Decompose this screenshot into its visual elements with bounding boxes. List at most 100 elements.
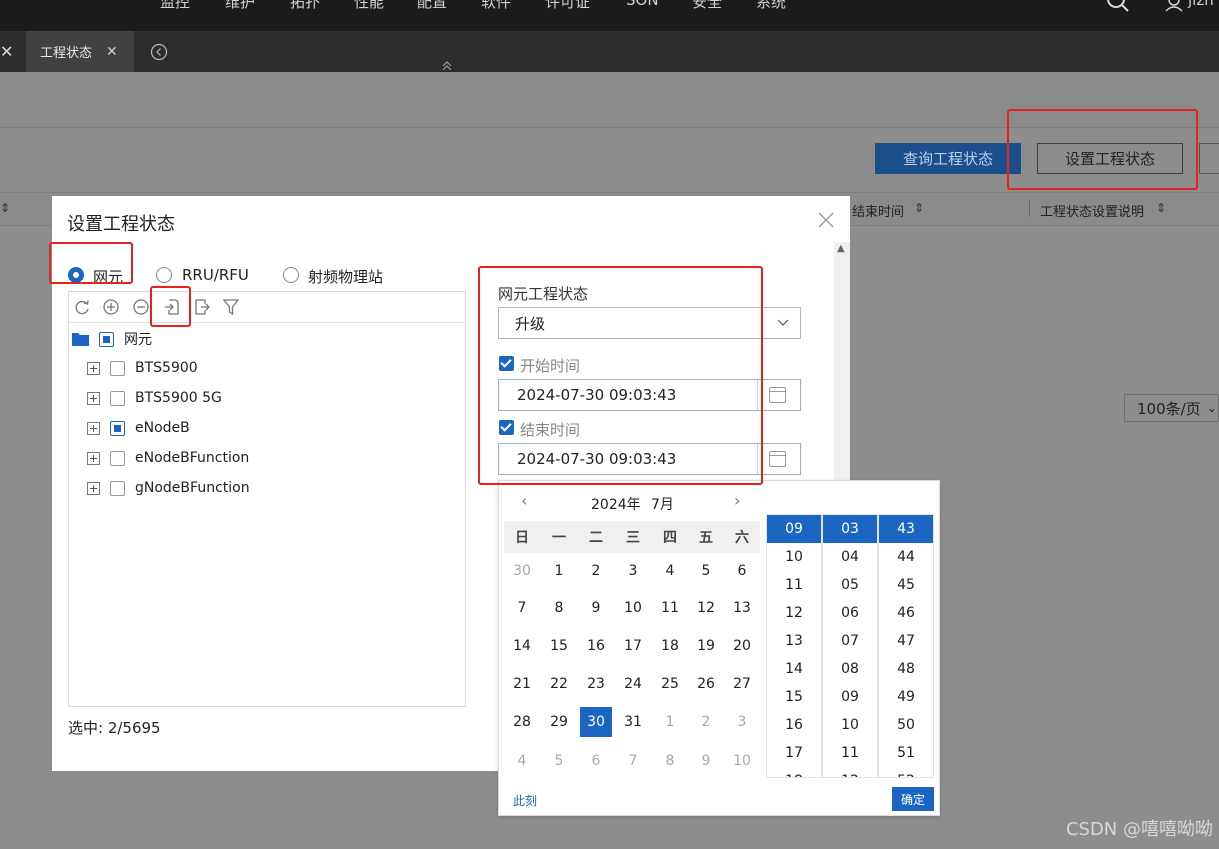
calendar-day-selected[interactable]: 30 [580, 707, 612, 737]
calendar-day[interactable]: 28 [506, 707, 538, 737]
calendar-day[interactable]: 27 [726, 669, 758, 699]
calendar-day[interactable]: 2 [580, 556, 612, 586]
hour-column[interactable]: 09101112131415161718 [766, 514, 822, 778]
second-option[interactable]: 52 [879, 767, 933, 777]
tree-node-enodebfunction[interactable]: eNodeBFunction [87, 447, 249, 469]
nav-performance[interactable]: 性能 [354, 0, 384, 12]
refresh-icon[interactable] [73, 298, 91, 316]
page-size-select[interactable]: 100条/页 ⌄ [1124, 394, 1219, 422]
nav-security[interactable]: 安全 [692, 0, 722, 12]
calendar-day[interactable]: 2 [690, 707, 722, 737]
second-option[interactable]: 51 [879, 739, 933, 767]
calendar-day[interactable]: 10 [726, 746, 758, 776]
scroll-up-icon[interactable]: ▲ [837, 243, 845, 254]
tree-node-gnodebfunction[interactable]: gNodeBFunction [87, 477, 250, 499]
expand-icon[interactable] [87, 481, 100, 495]
calendar-day[interactable]: 31 [617, 707, 649, 737]
calendar-day[interactable]: 23 [580, 669, 612, 699]
tree-node-checkbox[interactable] [110, 480, 125, 496]
tree-node-bts5900-5g[interactable]: BTS5900 5G [87, 387, 222, 409]
hour-option[interactable]: 10 [767, 543, 821, 571]
extra-button[interactable] [1199, 143, 1219, 174]
nav-software[interactable]: 软件 [481, 0, 511, 12]
tab-project-status[interactable]: 工程状态 ✕ [26, 31, 134, 72]
second-option[interactable]: 46 [879, 599, 933, 627]
year-label[interactable]: 2024年 [591, 494, 641, 514]
calendar-day[interactable]: 14 [506, 631, 538, 661]
nav-system[interactable]: 系统 [756, 0, 786, 12]
calendar-day[interactable]: 26 [690, 669, 722, 699]
calendar-icon[interactable] [769, 387, 786, 403]
nav-maintenance[interactable]: 维护 [225, 0, 255, 12]
tree-node-enodeb[interactable]: eNodeB [87, 417, 190, 439]
calendar-day[interactable]: 20 [726, 631, 758, 661]
tree-node-checkbox[interactable] [110, 390, 125, 406]
radio-rru-rfu[interactable] [156, 267, 172, 283]
close-icon[interactable] [817, 211, 835, 229]
calendar-day[interactable]: 24 [617, 669, 649, 699]
user-name[interactable]: jizh [1188, 0, 1214, 9]
calendar-day[interactable]: 7 [506, 593, 538, 623]
search-icon[interactable] [1106, 0, 1132, 14]
calendar-day[interactable]: 9 [690, 746, 722, 776]
hour-option[interactable]: 16 [767, 711, 821, 739]
radio-rf-physical-site[interactable] [283, 267, 299, 283]
calendar-day[interactable]: 11 [654, 593, 686, 623]
calendar-day[interactable]: 19 [690, 631, 722, 661]
minute-option[interactable]: 10 [823, 711, 877, 739]
calendar-day[interactable]: 5 [543, 746, 575, 776]
second-option[interactable]: 50 [879, 711, 933, 739]
calendar-day[interactable]: 10 [617, 593, 649, 623]
second-option[interactable]: 49 [879, 683, 933, 711]
calendar-day[interactable]: 15 [543, 631, 575, 661]
hour-option[interactable]: 11 [767, 571, 821, 599]
month-label[interactable]: 7月 [651, 494, 674, 514]
calendar-day[interactable]: 29 [543, 707, 575, 737]
calendar-day[interactable]: 4 [506, 746, 538, 776]
next-month-icon[interactable]: › [734, 491, 740, 510]
expand-icon[interactable] [87, 451, 100, 465]
calendar-day[interactable]: 8 [654, 746, 686, 776]
calendar-day[interactable]: 21 [506, 669, 538, 699]
minute-option[interactable]: 04 [823, 543, 877, 571]
calendar-day[interactable]: 6 [726, 556, 758, 586]
close-icon[interactable]: ✕ [0, 42, 13, 61]
tree-node-checkbox[interactable] [110, 360, 125, 376]
second-option[interactable]: 44 [879, 543, 933, 571]
chevron-left-circle-icon[interactable] [150, 43, 168, 61]
hour-option[interactable]: 14 [767, 655, 821, 683]
calendar-day[interactable]: 1 [654, 707, 686, 737]
expand-icon[interactable] [87, 361, 100, 375]
hour-option[interactable]: 17 [767, 739, 821, 767]
calendar-day[interactable]: 3 [617, 556, 649, 586]
calendar-day[interactable]: 3 [726, 707, 758, 737]
calendar-day[interactable]: 4 [654, 556, 686, 586]
minute-column[interactable]: 03040506070809101112 [822, 514, 878, 778]
confirm-button[interactable]: 确定 [892, 787, 934, 811]
hour-option[interactable]: 15 [767, 683, 821, 711]
sort-icon[interactable]: ⇕ [1156, 201, 1166, 215]
tree-root-checkbox[interactable] [99, 331, 114, 347]
calendar-day[interactable]: 22 [543, 669, 575, 699]
expand-all-icon[interactable] [102, 298, 120, 316]
calendar-day[interactable]: 5 [690, 556, 722, 586]
minute-option[interactable]: 05 [823, 571, 877, 599]
nav-monitor[interactable]: 监控 [160, 0, 190, 12]
collapse-all-icon[interactable] [132, 298, 150, 316]
tree-node-checkbox[interactable] [110, 450, 125, 466]
close-icon[interactable]: ✕ [106, 44, 118, 60]
minute-option[interactable]: 11 [823, 739, 877, 767]
column-description[interactable]: 工程状态设置说明 [1040, 201, 1144, 220]
calendar-day[interactable]: 8 [543, 593, 575, 623]
second-option[interactable]: 43 [879, 515, 933, 543]
calendar-day[interactable]: 18 [654, 631, 686, 661]
collapse-up-icon[interactable] [441, 61, 453, 71]
filter-icon[interactable] [222, 298, 240, 316]
calendar-icon[interactable] [769, 451, 786, 467]
prev-month-icon[interactable]: ‹ [521, 491, 527, 510]
calendar-day[interactable]: 6 [580, 746, 612, 776]
calendar-day[interactable]: 12 [690, 593, 722, 623]
hour-option[interactable]: 13 [767, 627, 821, 655]
hour-option[interactable]: 12 [767, 599, 821, 627]
user-icon[interactable] [1164, 0, 1184, 14]
